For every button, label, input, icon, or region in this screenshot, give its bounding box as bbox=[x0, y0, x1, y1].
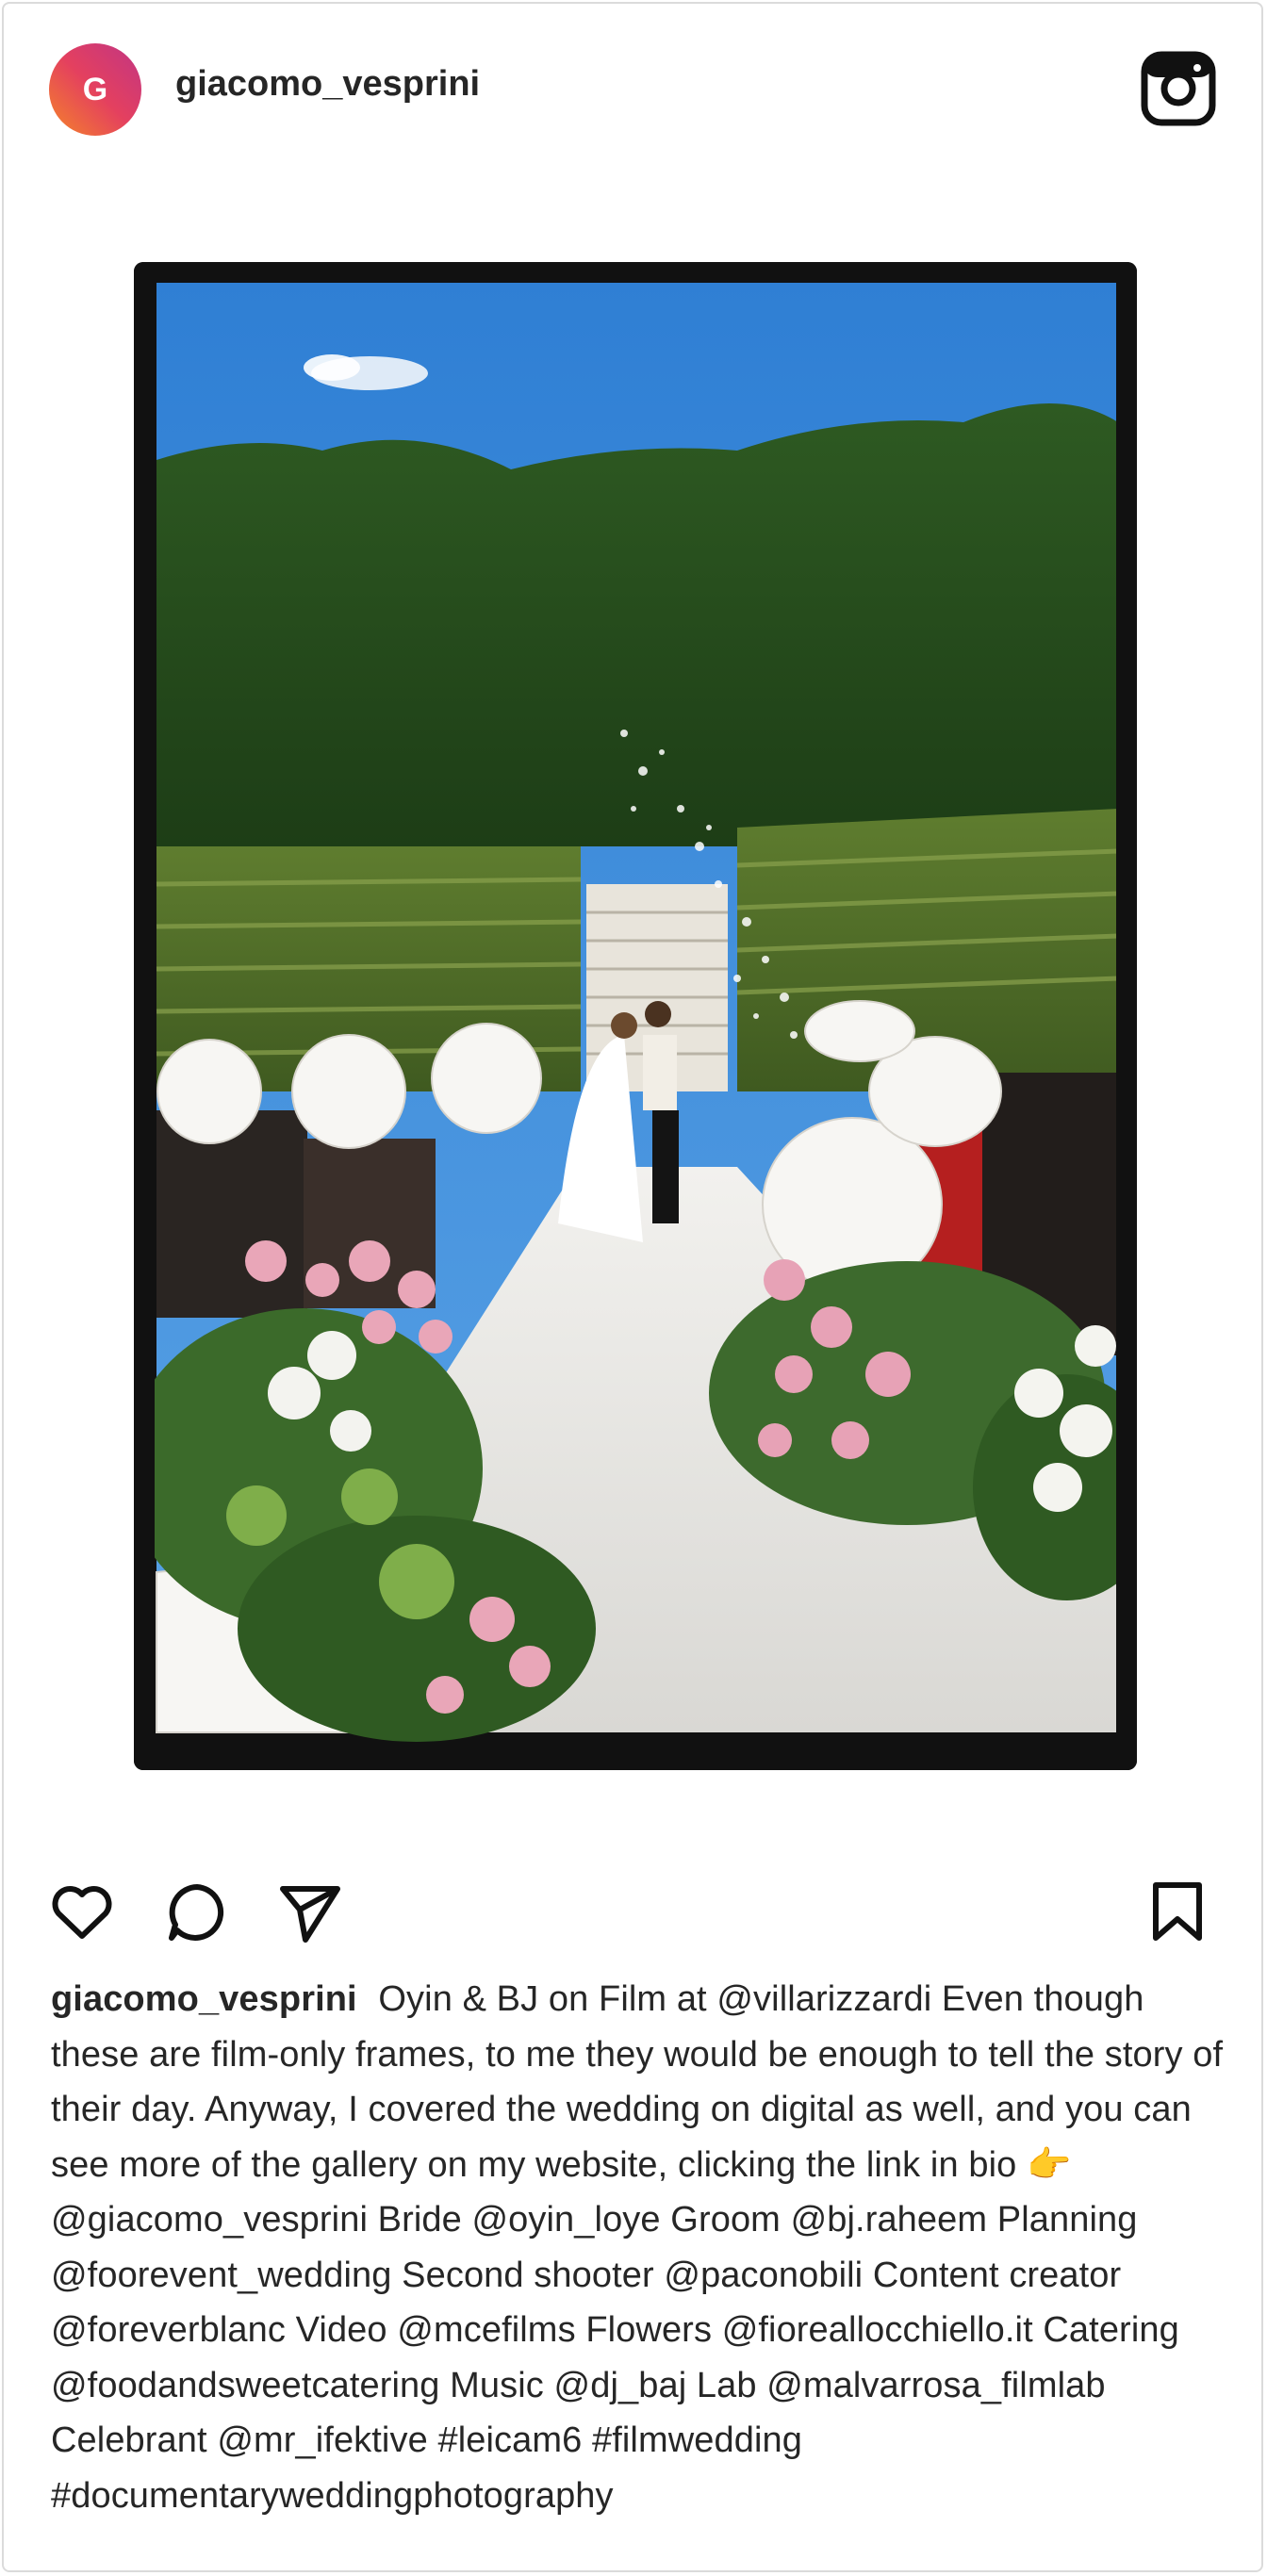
avatar[interactable]: G bbox=[49, 43, 141, 136]
bookmark-icon[interactable] bbox=[1144, 1879, 1210, 1945]
send-icon[interactable] bbox=[277, 1879, 343, 1945]
post-actions bbox=[4, 1879, 1261, 1955]
heart-icon[interactable] bbox=[49, 1879, 115, 1945]
caption-username[interactable]: giacomo_vesprini bbox=[51, 1979, 357, 2019]
post-header: G giacomo_vesprini bbox=[4, 4, 1261, 173]
instagram-post-card: G giacomo_vesprini giacomo_vesprini Oyin… bbox=[2, 2, 1263, 2572]
comment-icon[interactable] bbox=[164, 1879, 230, 1945]
caption-text: Oyin & BJ on Film at @villarizzardi Even… bbox=[51, 1979, 1224, 2516]
avatar-initial: G bbox=[82, 71, 108, 107]
post-username[interactable]: giacomo_vesprini bbox=[175, 64, 480, 105]
post-photo[interactable] bbox=[134, 262, 1137, 1770]
post-caption: giacomo_vesprini Oyin & BJ on Film at @v… bbox=[51, 1972, 1229, 2523]
wedding-ceremony-photo bbox=[134, 262, 1137, 1770]
instagram-icon[interactable] bbox=[1141, 51, 1216, 126]
